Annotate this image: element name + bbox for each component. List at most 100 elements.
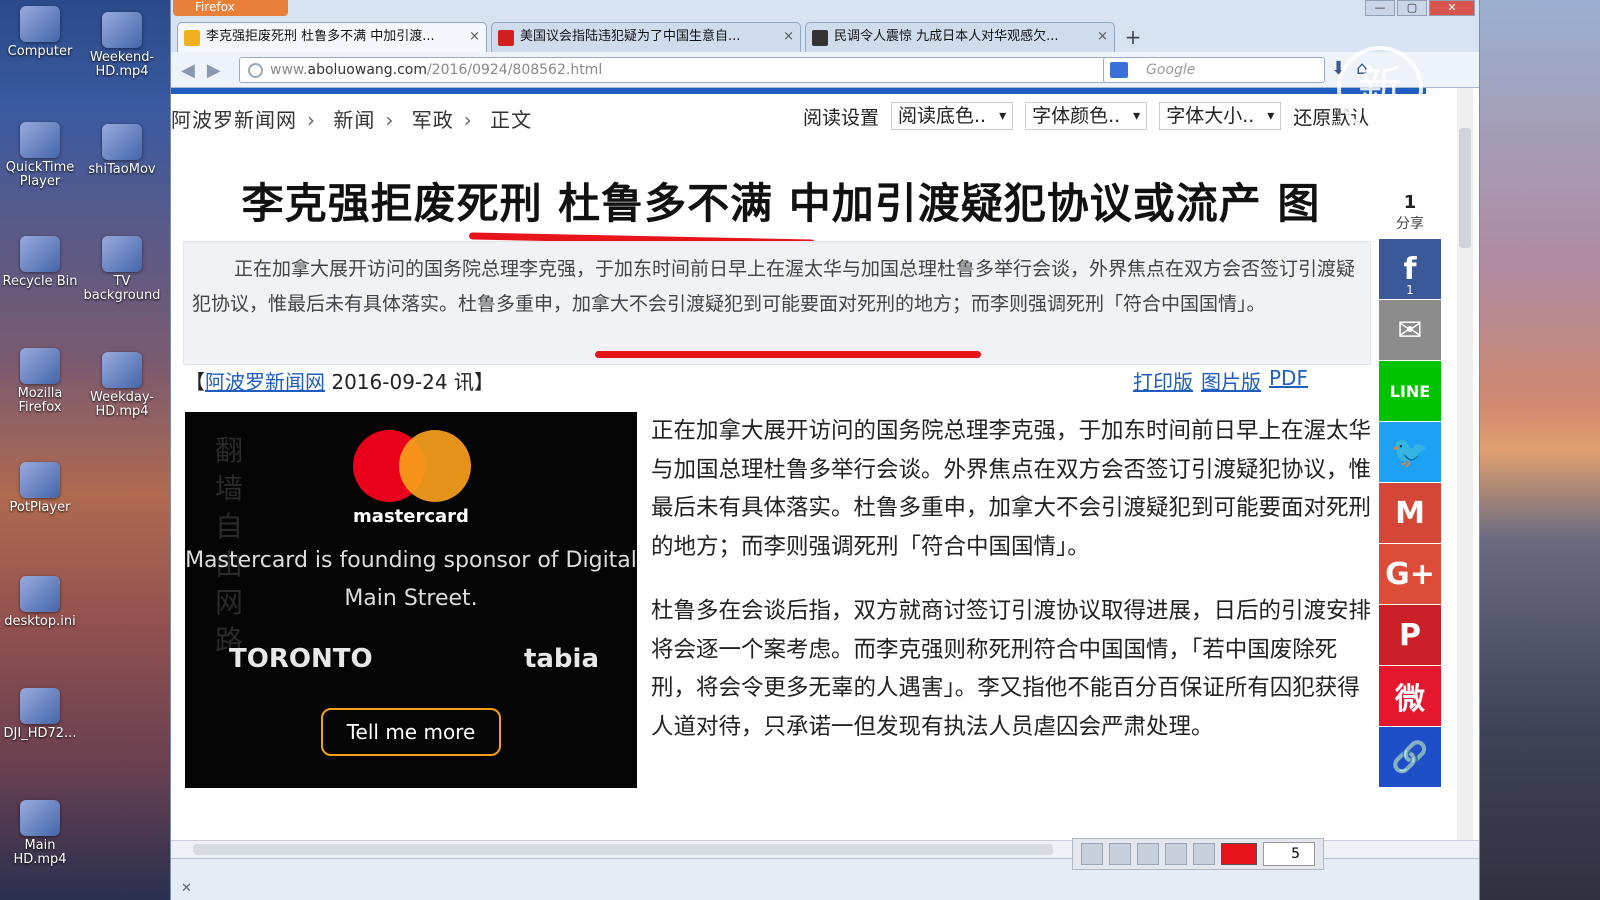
- video-file-icon: [20, 688, 60, 724]
- desktop-icon-quicktime[interactable]: QuickTime Player: [0, 122, 80, 189]
- desktop-icon-main-hd[interactable]: Main HD.mp4: [0, 800, 80, 867]
- url-bar[interactable]: www.aboluowang.com/2016/0924/808562.html…: [239, 57, 1157, 83]
- desktop-icon-dji[interactable]: DJI_HD72...: [0, 688, 80, 741]
- firefox-icon: [20, 348, 60, 384]
- scroll-thumb[interactable]: [1459, 128, 1471, 248]
- share-gmail-button[interactable]: M: [1379, 483, 1441, 543]
- tab-strip: 李克强拒废死刑 杜鲁多不满 中加引渡... × 美国议会指陆违犯疑为了中国生意自…: [177, 22, 1479, 52]
- tab-japan-poll[interactable]: 民调令人震惊 九成日本人对华观感欠... ×: [805, 22, 1115, 52]
- desktop-icon-tv-background[interactable]: TV background: [82, 236, 162, 303]
- ad-brand-name: mastercard: [353, 506, 469, 527]
- desktop-icon-firefox[interactable]: Mozilla Firefox: [0, 348, 80, 415]
- breadcrumb-home[interactable]: 阿波罗新闻网: [171, 108, 297, 132]
- vertical-scrollbar[interactable]: [1457, 88, 1473, 858]
- recycle-bin-icon: [20, 236, 60, 272]
- font-color-select[interactable]: 字体颜色..: [1025, 102, 1148, 130]
- minimize-button[interactable]: —: [1365, 0, 1395, 16]
- google-search-icon[interactable]: [1110, 62, 1128, 78]
- share-email-button[interactable]: ✉: [1379, 300, 1441, 360]
- favicon-icon: [184, 30, 200, 46]
- weibo-icon: 微: [1395, 682, 1425, 717]
- desktop-icon-computer[interactable]: Computer: [0, 6, 80, 59]
- share-google-plus-button[interactable]: G+: [1379, 544, 1441, 604]
- scroll-thumb[interactable]: [193, 844, 1053, 855]
- tab-us-congress[interactable]: 美国议会指陆违犯疑为了中国生意自... ×: [491, 22, 801, 52]
- desktop-icon-shitao[interactable]: shiTaoMov: [82, 124, 162, 177]
- video-file-icon: [102, 352, 142, 388]
- image-version-link[interactable]: 图片版: [1201, 366, 1261, 395]
- desktop-icon-weekday[interactable]: Weekday-HD.mp4: [82, 352, 162, 419]
- site-nav-strip: [171, 88, 1426, 94]
- tab-article[interactable]: 李克强拒废死刑 杜鲁多不满 中加引渡... ×: [177, 22, 487, 52]
- share-twitter-button[interactable]: 🐦: [1379, 422, 1441, 482]
- share-copy-link-button[interactable]: 🔗: [1379, 727, 1441, 787]
- desktop-icon-weekend[interactable]: Weekend-HD.mp4: [82, 12, 162, 79]
- video-file-icon: [102, 124, 142, 160]
- quicktime-icon: [20, 122, 60, 158]
- breadcrumb: 阿波罗新闻网 › 新闻 › 军政 › 正文: [171, 108, 533, 132]
- desktop-icon-recycle-bin[interactable]: Recycle Bin: [0, 236, 80, 289]
- twitter-icon: 🐦: [1391, 434, 1429, 470]
- facebook-icon: f: [1403, 251, 1417, 287]
- share-weibo-button[interactable]: 微: [1379, 666, 1441, 726]
- background-color-select[interactable]: 阅读底色..: [891, 102, 1014, 130]
- article-tools: 打印版 图片版 PDF: [1133, 366, 1308, 395]
- print-version-link[interactable]: 打印版: [1133, 366, 1193, 395]
- breadcrumb-military[interactable]: 军政: [412, 108, 454, 132]
- gmail-icon: M: [1395, 495, 1425, 531]
- save-icon[interactable]: [1109, 843, 1131, 865]
- tell-me-more-button[interactable]: Tell me more: [321, 708, 501, 756]
- share-button-count: 1: [1406, 283, 1414, 297]
- close-button[interactable]: ✕: [1429, 0, 1475, 16]
- share-line-button[interactable]: LINE: [1379, 361, 1441, 421]
- video-file-icon: [20, 800, 60, 836]
- pen-size-input[interactable]: 5: [1263, 842, 1315, 866]
- tab-close-icon[interactable]: ×: [469, 23, 480, 51]
- navigation-bar: ◀▶ www.aboluowang.com/2016/0924/808562.h…: [171, 52, 1479, 88]
- article-title: 李克强拒废死刑 杜鲁多不满 中加引渡疑犯协议或流产 图: [241, 179, 1321, 228]
- article-paragraph: 正在加拿大展开访问的国务院总理李克强，于加东时间前日早上在渥太华与加国总理杜鲁多…: [651, 418, 1372, 560]
- red-pen-annotation: [595, 351, 981, 358]
- share-pinterest-button[interactable]: P: [1379, 605, 1441, 665]
- pen-toolbar: 5: [1072, 838, 1324, 870]
- new-page-icon[interactable]: [1081, 843, 1103, 865]
- ad-partner-logos: TORONTO tabia: [229, 644, 599, 674]
- folder-icon: [20, 462, 60, 498]
- back-forward-icons[interactable]: ◀▶: [181, 60, 233, 81]
- desktop-icon-potplayer[interactable]: PotPlayer: [0, 462, 80, 515]
- maximize-button[interactable]: ▢: [1397, 0, 1427, 16]
- article-summary: 正在加拿大展开访问的国务院总理李克强，于加东时间前日早上在渥太华与加国总理杜鲁多…: [183, 241, 1371, 365]
- ad-copy: Mastercard is founding sponsor of Digita…: [185, 548, 637, 611]
- breadcrumb-news[interactable]: 新闻: [333, 108, 375, 132]
- font-size-select[interactable]: 字体大小..: [1159, 102, 1282, 130]
- pen-color-swatch[interactable]: [1221, 843, 1257, 865]
- ntdtv-watermark: 新 ntdtv.com: [1310, 46, 1450, 164]
- close-addon-bar-icon[interactable]: ✕: [181, 881, 192, 896]
- site-identity-icon[interactable]: [248, 63, 263, 78]
- reading-settings-label: 阅读设置: [803, 107, 880, 129]
- article-paragraph: 杜鲁多在会谈后指，双方就商讨签订引渡协议取得进展，日后的引渡安排将会逐一个案考虑…: [651, 598, 1372, 740]
- search-bar[interactable]: Google: [1103, 57, 1325, 83]
- new-tab-button[interactable]: +: [1119, 24, 1147, 52]
- desktop-left: Computer Weekend-HD.mp4 QuickTime Player…: [0, 0, 170, 900]
- projector-icon[interactable]: [1137, 843, 1159, 865]
- line-icon: LINE: [1389, 381, 1431, 401]
- firefox-menu-button[interactable]: Firefox: [173, 0, 288, 16]
- pdf-link[interactable]: PDF: [1269, 366, 1308, 395]
- tab-close-icon[interactable]: ×: [783, 23, 794, 51]
- eraser-icon[interactable]: [1165, 843, 1187, 865]
- tab-close-icon[interactable]: ×: [1097, 23, 1108, 51]
- article-dateline: 【阿波罗新闻网 2016-09-24 讯】: [185, 370, 494, 394]
- mastercard-logo-icon: [353, 430, 471, 502]
- pen-icon[interactable]: [1193, 843, 1215, 865]
- ntdtv-logo: 新: [1337, 46, 1423, 132]
- desktop-icon-desktop-ini[interactable]: desktop.ini: [0, 576, 80, 629]
- mastercard-ad[interactable]: 翻墙自由网路 mastercard Mastercard is founding…: [185, 412, 637, 788]
- article-date: 2016-09-24 讯: [331, 370, 474, 394]
- favicon-icon: [498, 30, 514, 46]
- breadcrumb-current: 正文: [490, 108, 533, 132]
- share-count: 1: [1403, 192, 1417, 213]
- share-facebook-button[interactable]: f1: [1379, 239, 1441, 299]
- share-label: 分享: [1396, 216, 1424, 232]
- source-link[interactable]: 阿波罗新闻网: [205, 370, 325, 394]
